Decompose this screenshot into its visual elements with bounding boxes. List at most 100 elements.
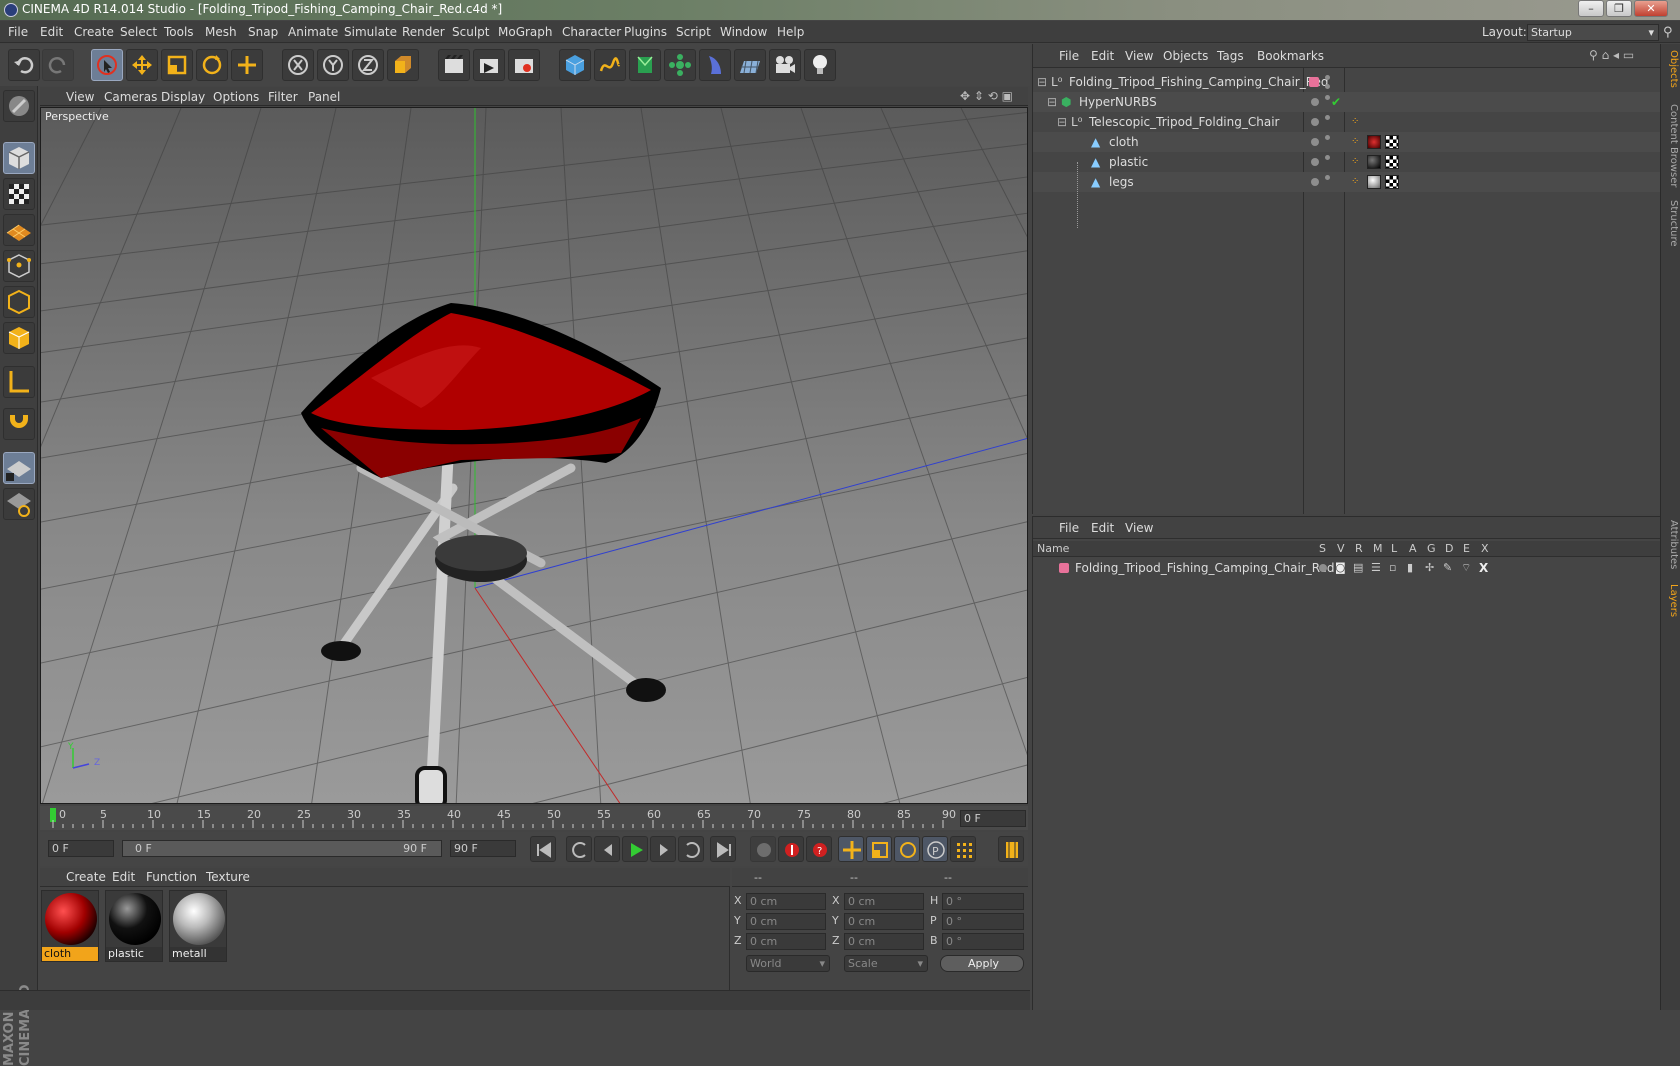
- rotation-b-field[interactable]: 0 °: [942, 933, 1024, 950]
- collapse-icon[interactable]: ⊟: [1047, 92, 1057, 112]
- locked-workplane-icon[interactable]: [3, 488, 35, 520]
- key-rotation-icon[interactable]: [894, 836, 920, 862]
- model-mode-icon[interactable]: [3, 142, 35, 174]
- phong-tag-icon[interactable]: ⁘: [1351, 112, 1359, 132]
- material-menu-function[interactable]: Function: [146, 870, 197, 884]
- floor-icon[interactable]: [734, 49, 766, 81]
- viewport-menu-display[interactable]: Display: [161, 90, 205, 104]
- coordinate-mode-dropdown[interactable]: World ▾: [746, 955, 830, 972]
- position-y-field[interactable]: 0 cm: [746, 913, 826, 930]
- start-frame-field[interactable]: 0 F: [48, 840, 114, 857]
- texture-mode-icon[interactable]: [3, 178, 35, 210]
- rotate-icon[interactable]: [196, 49, 228, 81]
- menu-create[interactable]: Create: [74, 25, 114, 39]
- layer-row[interactable]: Folding_Tripod_Fishing_Camping_Chair_Red…: [1033, 559, 1661, 577]
- menu-script[interactable]: Script: [676, 25, 711, 39]
- redo-button[interactable]: [42, 49, 74, 81]
- object-row[interactable]: ▲ plastic ⁘: [1033, 152, 1661, 172]
- workplane-lock-icon[interactable]: [3, 452, 35, 484]
- z-axis-lock-icon[interactable]: [352, 49, 384, 81]
- snap-magnet-icon[interactable]: [3, 408, 35, 440]
- size-y-field[interactable]: 0 cm: [844, 913, 924, 930]
- menu-character[interactable]: Character: [562, 25, 621, 39]
- material-menu-edit[interactable]: Edit: [112, 870, 135, 884]
- render-picture-viewer-icon[interactable]: [473, 49, 505, 81]
- layer-color-swatch[interactable]: [1059, 563, 1069, 573]
- editor-visibility-dot[interactable]: [1325, 75, 1330, 80]
- column-manager[interactable]: M: [1373, 542, 1383, 555]
- tab-content-browser[interactable]: Content Browser: [1663, 104, 1679, 187]
- layer-animation-icon[interactable]: ▮: [1407, 559, 1413, 577]
- size-x-field[interactable]: 0 cm: [844, 893, 924, 910]
- material-swatch-plastic[interactable]: plastic: [105, 890, 163, 962]
- layer-color-swatch[interactable]: [1309, 77, 1319, 87]
- editor-visibility-dot[interactable]: [1325, 175, 1330, 180]
- enabled-check-icon[interactable]: ✔: [1331, 92, 1341, 112]
- uvw-tag-icon[interactable]: [1385, 175, 1399, 189]
- object-menu-file[interactable]: File: [1059, 49, 1079, 63]
- render-visibility-dot[interactable]: [1325, 84, 1330, 89]
- position-x-field[interactable]: 0 cm: [746, 893, 826, 910]
- go-to-start-icon[interactable]: [530, 836, 556, 862]
- column-deformers[interactable]: D: [1445, 542, 1453, 555]
- visibility-dot[interactable]: [1311, 138, 1319, 146]
- light-icon[interactable]: [804, 49, 836, 81]
- deformer-icon[interactable]: [699, 49, 731, 81]
- size-mode-dropdown[interactable]: Scale ▾: [844, 955, 928, 972]
- camera-icon[interactable]: [769, 49, 801, 81]
- rotation-h-field[interactable]: 0 °: [942, 893, 1024, 910]
- layer-solo-dot[interactable]: [1319, 564, 1327, 572]
- spline-icon[interactable]: [594, 49, 626, 81]
- column-render[interactable]: R: [1355, 542, 1363, 555]
- phong-tag-icon[interactable]: ⁘: [1351, 152, 1359, 172]
- menu-snap[interactable]: Snap: [248, 25, 278, 39]
- render-view-icon[interactable]: [438, 49, 470, 81]
- column-view[interactable]: V: [1337, 542, 1345, 555]
- go-to-end-icon[interactable]: [710, 836, 736, 862]
- end-frame-field[interactable]: 90 F: [450, 840, 516, 857]
- viewport-menu-panel[interactable]: Panel: [308, 90, 340, 104]
- column-expressions[interactable]: E: [1463, 542, 1470, 555]
- viewport-menu-cameras[interactable]: Cameras: [104, 90, 157, 104]
- cloth-material-tag-icon[interactable]: [1367, 135, 1381, 149]
- layer-menu-file[interactable]: File: [1059, 521, 1079, 535]
- cube-icon[interactable]: [559, 49, 591, 81]
- position-z-field[interactable]: 0 cm: [746, 933, 826, 950]
- visibility-dot[interactable]: [1311, 98, 1319, 106]
- layer-expression-icon[interactable]: ⌔: [1461, 559, 1471, 577]
- layer-menu-edit[interactable]: Edit: [1091, 521, 1114, 535]
- add-object-icon[interactable]: [231, 49, 263, 81]
- restore-icon[interactable]: ❐: [1606, 0, 1632, 17]
- x-axis-lock-icon[interactable]: [282, 49, 314, 81]
- material-swatch-metall[interactable]: metall: [169, 890, 227, 962]
- edges-mode-icon[interactable]: [3, 286, 35, 318]
- object-row[interactable]: ⊟ L⁰ Folding_Tripod_Fishing_Camping_Chai…: [1033, 72, 1661, 92]
- material-menu-create[interactable]: Create: [66, 870, 106, 884]
- metall-material-tag-icon[interactable]: [1367, 175, 1381, 189]
- layout-dropdown[interactable]: Startup ▾: [1527, 24, 1659, 41]
- menu-mograph[interactable]: MoGraph: [498, 25, 553, 39]
- motion-record-icon[interactable]: [750, 836, 776, 862]
- perspective-viewport[interactable]: Perspective Y Z: [40, 107, 1028, 804]
- make-editable-icon[interactable]: [3, 90, 35, 122]
- live-selection-icon[interactable]: [91, 49, 123, 81]
- menu-file[interactable]: File: [8, 25, 28, 39]
- render-settings-icon[interactable]: [508, 49, 540, 81]
- layer-xref-icon[interactable]: X: [1479, 559, 1488, 577]
- object-menu-objects[interactable]: Objects: [1163, 49, 1208, 63]
- phong-tag-icon[interactable]: ⁘: [1351, 172, 1359, 192]
- move-icon[interactable]: [126, 49, 158, 81]
- material-menu-texture[interactable]: Texture: [206, 870, 250, 884]
- menu-render[interactable]: Render: [402, 25, 445, 39]
- previous-key-icon[interactable]: [566, 836, 592, 862]
- visibility-dot[interactable]: [1311, 158, 1319, 166]
- layer-manager-icon[interactable]: ☰: [1371, 559, 1381, 577]
- menu-edit[interactable]: Edit: [40, 25, 63, 39]
- column-animation[interactable]: A: [1409, 542, 1417, 555]
- menu-sculpt[interactable]: Sculpt: [452, 25, 489, 39]
- object-menu-tags[interactable]: Tags: [1217, 49, 1244, 63]
- search-icon[interactable]: ⚲: [1663, 25, 1673, 40]
- menu-window[interactable]: Window: [720, 25, 767, 39]
- editor-visibility-dot[interactable]: [1325, 155, 1330, 160]
- array-icon[interactable]: [664, 49, 696, 81]
